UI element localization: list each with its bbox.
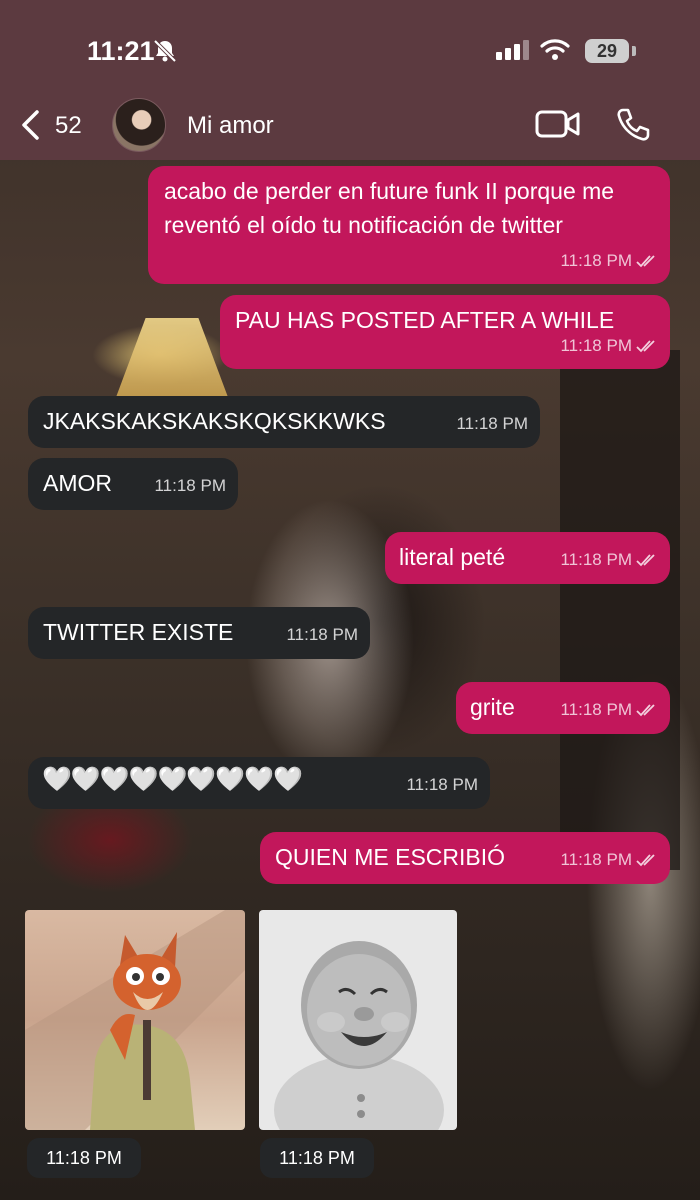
message-meta: 11:18 PM — [154, 469, 226, 503]
message-time: 11:18 PM — [560, 336, 632, 355]
chat-header: 11:21 29 52 Mi amor — [0, 0, 700, 160]
message-text: QUIEN ME ESCRIBIÓ — [275, 844, 506, 870]
message-text: PAU HAS POSTED AFTER A WHILE — [235, 307, 615, 333]
double-check-icon — [636, 255, 655, 268]
media-time: 11:18 PM — [260, 1138, 374, 1178]
message-text: JKAKSKAKSKAKSKQKSKKWKS — [43, 408, 386, 434]
message-text: TWITTER EXISTE — [43, 619, 234, 645]
message-meta: 11:18 PM — [560, 543, 658, 577]
phone-call-icon[interactable] — [614, 106, 652, 144]
back-arrow-icon[interactable] — [18, 108, 44, 142]
signal-icon — [496, 40, 529, 60]
message-time: 11:18 PM — [456, 414, 528, 433]
double-check-icon — [636, 340, 655, 353]
message-meta: 11:18 PM — [456, 407, 528, 441]
message-bubble-incoming[interactable]: 🤍🤍🤍🤍🤍🤍🤍🤍🤍 11:18 PM — [28, 757, 490, 809]
message-time: 11:18 PM — [560, 700, 632, 719]
message-time: 11:18 PM — [286, 625, 358, 644]
message-meta: 11:18 PM — [560, 244, 658, 278]
message-bubble-outgoing[interactable]: grite 11:18 PM — [456, 682, 670, 734]
message-time: 11:18 PM — [154, 476, 226, 495]
message-text: literal peté — [399, 544, 506, 570]
video-call-icon[interactable] — [535, 108, 581, 140]
wifi-icon — [540, 39, 570, 60]
bell-muted-icon — [153, 39, 177, 63]
message-bubble-outgoing[interactable]: PAU HAS POSTED AFTER A WHILE 11:18 PM — [220, 295, 670, 369]
message-bubble-outgoing[interactable]: literal peté 11:18 PM — [385, 532, 670, 584]
message-text: 🤍🤍🤍🤍🤍🤍🤍🤍🤍 — [42, 766, 303, 793]
message-text: grite — [470, 694, 515, 720]
baby-illustration — [259, 910, 457, 1130]
media-time: 11:18 PM — [27, 1138, 141, 1178]
double-check-icon — [636, 554, 655, 567]
message-bubble-incoming[interactable]: JKAKSKAKSKAKSKQKSKKWKS 11:18 PM — [28, 396, 540, 448]
message-meta: 11:18 PM — [560, 843, 658, 877]
message-meta: 11:18 PM — [406, 768, 478, 802]
fox-illustration — [25, 910, 245, 1130]
battery-indicator: 29 — [585, 39, 629, 63]
media-baby-gif[interactable] — [259, 910, 457, 1130]
message-time: 11:18 PM — [406, 775, 478, 794]
battery-tip — [632, 46, 636, 56]
message-text: AMOR — [43, 470, 112, 496]
double-check-icon — [636, 704, 655, 717]
contact-name[interactable]: Mi amor — [187, 112, 274, 140]
message-bubble-incoming[interactable]: TWITTER EXISTE 11:18 PM — [28, 607, 370, 659]
contact-avatar[interactable] — [112, 98, 166, 152]
message-time: 11:18 PM — [560, 251, 632, 270]
message-bubble-incoming[interactable]: AMOR 11:18 PM — [28, 458, 238, 510]
message-time: 11:18 PM — [560, 550, 632, 569]
wallpaper-door — [560, 350, 680, 870]
message-bubble-outgoing[interactable]: acabo de perder en future funk II porque… — [148, 166, 670, 284]
message-meta: 11:18 PM — [286, 618, 358, 652]
message-bubble-outgoing[interactable]: QUIEN ME ESCRIBIÓ 11:18 PM — [260, 832, 670, 884]
message-meta: 11:18 PM — [560, 693, 658, 727]
message-meta: 11:18 PM — [560, 329, 658, 363]
unread-count[interactable]: 52 — [55, 112, 82, 140]
status-time: 11:21 — [87, 36, 155, 66]
message-text: acabo de perder en future funk II porque… — [164, 178, 615, 238]
message-time: 11:18 PM — [560, 850, 632, 869]
double-check-icon — [636, 854, 655, 867]
media-fox-gif[interactable] — [25, 910, 245, 1130]
